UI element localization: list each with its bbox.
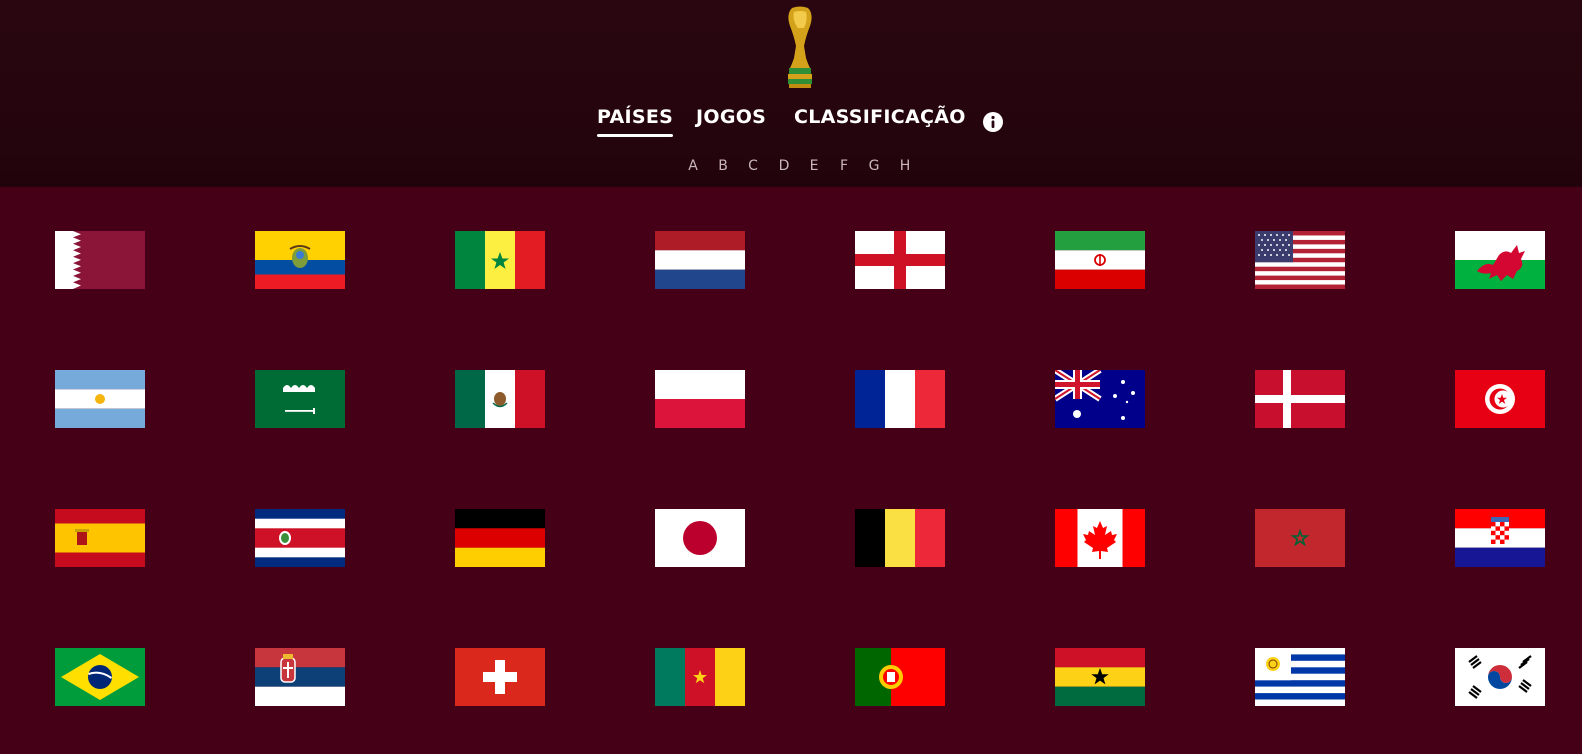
flag-australia[interactable] [1055,370,1145,428]
flag-morocco[interactable] [1255,509,1345,567]
flag-japan[interactable] [655,509,745,567]
group-e[interactable]: E [807,158,821,174]
tab-classificacao[interactable]: CLASSIFICAÇÃO [794,106,966,128]
flag-denmark[interactable] [1255,370,1345,428]
group-g[interactable]: G [867,158,881,174]
header [0,0,1582,187]
flag-iran[interactable] [1055,231,1145,289]
flag-argentina[interactable] [55,370,145,428]
flag-usa[interactable] [1255,231,1345,289]
flag-germany[interactable] [455,509,545,567]
group-d[interactable]: D [777,158,791,174]
flag-senegal[interactable] [455,231,545,289]
flag-costa-rica[interactable] [255,509,345,567]
flag-tunisia[interactable] [1455,370,1545,428]
flag-croatia[interactable] [1455,509,1545,567]
flag-brazil[interactable] [55,648,145,706]
group-h[interactable]: H [898,158,912,174]
flag-ghana[interactable] [1055,648,1145,706]
flag-spain[interactable] [55,509,145,567]
group-f[interactable]: F [837,158,851,174]
flag-uruguay[interactable] [1255,648,1345,706]
flag-canada[interactable] [1055,509,1145,567]
main-nav: PAÍSES JOGOS CLASSIFICAÇÃO [0,106,1582,146]
flag-switzerland[interactable] [455,648,545,706]
flag-south-korea[interactable] [1455,648,1545,706]
flag-portugal[interactable] [855,648,945,706]
flag-saudi-arabia[interactable] [255,370,345,428]
flag-poland[interactable] [655,370,745,428]
flag-belgium[interactable] [855,509,945,567]
info-icon[interactable] [983,112,1003,132]
flag-serbia[interactable] [255,648,345,706]
flag-qatar[interactable] [55,231,145,289]
flag-ecuador[interactable] [255,231,345,289]
tab-paises[interactable]: PAÍSES [597,106,674,137]
world-cup-trophy-icon [788,6,812,88]
flag-cameroon[interactable] [655,648,745,706]
group-a[interactable]: A [686,158,700,174]
group-b[interactable]: B [716,158,730,174]
flag-mexico[interactable] [455,370,545,428]
group-c[interactable]: C [746,158,760,174]
flag-wales[interactable] [1455,231,1545,289]
flag-england[interactable] [855,231,945,289]
tab-jogos[interactable]: JOGOS [696,106,766,128]
flag-france[interactable] [855,370,945,428]
flag-netherlands[interactable] [655,231,745,289]
